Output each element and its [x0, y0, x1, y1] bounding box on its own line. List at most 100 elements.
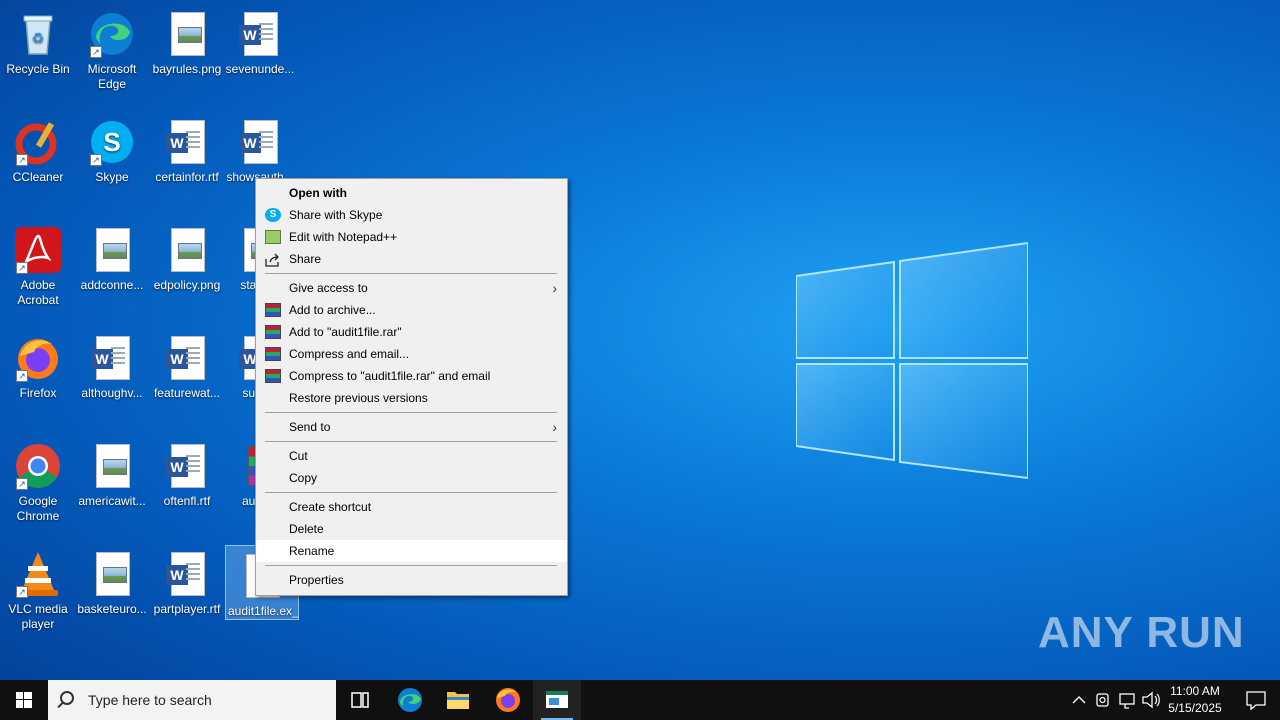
- desktop-icon-google-chrome[interactable]: ↗ Google Chrome: [0, 436, 76, 524]
- taskbar-active-app[interactable]: [533, 680, 581, 720]
- desktop-icon-vlc[interactable]: ↗ VLC media player: [0, 544, 76, 632]
- taskbar-edge[interactable]: [386, 680, 434, 720]
- taskbar-firefox[interactable]: [484, 680, 532, 720]
- image-file-icon: [88, 226, 136, 274]
- edge-icon: [398, 688, 422, 712]
- winrar-icon: [265, 369, 281, 383]
- desktop-icon-file[interactable]: americawit...: [74, 436, 150, 509]
- menu-item-compress-rar-email[interactable]: Compress to "audit1file.rar" and email: [256, 365, 567, 387]
- desktop-icon-label: featurewat...: [153, 386, 221, 400]
- action-center-button[interactable]: [1236, 680, 1276, 720]
- menu-separator: [265, 492, 557, 493]
- tray-app-button[interactable]: [1092, 680, 1114, 720]
- menu-item-label: Send to: [289, 420, 331, 434]
- menu-item-properties[interactable]: Properties: [256, 569, 567, 591]
- desktop-icon-file[interactable]: W partplayer.rtf: [149, 544, 225, 617]
- edge-icon: ↗: [88, 10, 136, 58]
- desktop-icon-file[interactable]: W oftenfl.rtf: [149, 436, 225, 509]
- app-window-icon: [546, 691, 568, 708]
- menu-item-give-access-to[interactable]: Give access to ›: [256, 277, 567, 299]
- desktop[interactable]: ♻ Recycle Bin ↗ CCleaner ↗ Adobe Acrobat…: [0, 0, 1280, 680]
- tray-device-icon: [1096, 693, 1109, 707]
- start-button[interactable]: [0, 680, 48, 720]
- desktop-icon-file[interactable]: W showsauth...: [222, 112, 298, 185]
- taskbar: Type here to search 11:00 AM 5/15/2025: [0, 680, 1280, 720]
- menu-item-send-to[interactable]: Send to ›: [256, 416, 567, 438]
- image-file-icon: [88, 442, 136, 490]
- vlc-icon: ↗: [14, 550, 62, 598]
- taskbar-clock[interactable]: 11:00 AM 5/15/2025: [1160, 683, 1230, 717]
- desktop-icon-label: Adobe Acrobat: [17, 278, 59, 307]
- menu-item-label: Open with: [289, 186, 347, 200]
- menu-item-label: Properties: [289, 573, 344, 587]
- chrome-icon: ↗: [14, 442, 62, 490]
- menu-item-share-with-skype[interactable]: S Share with Skype: [256, 204, 567, 226]
- image-file-icon: [88, 550, 136, 598]
- desktop-icon-label: Firefox: [19, 386, 57, 400]
- desktop-icon-file[interactable]: bayrules.png: [149, 4, 225, 77]
- shortcut-arrow-icon: ↗: [90, 46, 102, 58]
- image-file-icon: [163, 226, 211, 274]
- desktop-icon-file[interactable]: basketeuro...: [74, 544, 150, 617]
- word-doc-icon: W: [163, 334, 211, 382]
- menu-item-label: Give access to: [289, 281, 368, 295]
- svg-text:♻: ♻: [32, 31, 45, 47]
- desktop-icon-recycle-bin[interactable]: ♻ Recycle Bin: [0, 4, 76, 77]
- menu-item-label: Share with Skype: [289, 208, 383, 222]
- menu-item-restore-previous-versions[interactable]: Restore previous versions: [256, 387, 567, 409]
- desktop-icon-file[interactable]: W althoughv...: [74, 328, 150, 401]
- menu-item-edit-with-notepad[interactable]: Edit with Notepad++: [256, 226, 567, 248]
- menu-item-copy[interactable]: Copy: [256, 467, 567, 489]
- windows-start-icon: [16, 692, 32, 708]
- desktop-icon-file[interactable]: edpolicy.png: [149, 220, 225, 293]
- menu-separator: [265, 565, 557, 566]
- search-icon: [60, 691, 74, 705]
- word-doc-icon: W: [163, 550, 211, 598]
- desktop-icon-ccleaner[interactable]: ↗ CCleaner: [0, 112, 76, 185]
- menu-item-delete[interactable]: Delete: [256, 518, 567, 540]
- shortcut-arrow-icon: ↗: [16, 370, 28, 382]
- desktop-icon-label: Microsoft Edge: [87, 62, 137, 91]
- show-hidden-icons-button[interactable]: [1068, 680, 1090, 720]
- search-placeholder: Type here to search: [88, 692, 212, 708]
- desktop-icon-label: Recycle Bin: [6, 62, 70, 76]
- task-view-button[interactable]: [336, 680, 384, 720]
- desktop-icon-file[interactable]: W certainfor.rtf: [149, 112, 225, 185]
- desktop-icon-label: basketeuro...: [77, 602, 147, 616]
- desktop-icon-file[interactable]: W featurewat...: [149, 328, 225, 401]
- speaker-icon: [1142, 691, 1160, 709]
- desktop-icon-adobe-acrobat[interactable]: ↗ Adobe Acrobat: [0, 220, 76, 308]
- menu-item-label: Share: [289, 252, 322, 266]
- menu-item-compress-and-email[interactable]: Compress and email...: [256, 343, 567, 365]
- taskbar-search-box[interactable]: Type here to search: [48, 680, 336, 720]
- desktop-icon-label: CCleaner: [12, 170, 64, 184]
- desktop-icon-label: addconne...: [80, 278, 144, 292]
- shortcut-arrow-icon: ↗: [90, 154, 102, 166]
- network-button[interactable]: [1116, 680, 1138, 720]
- desktop-icon-label: edpolicy.png: [153, 278, 221, 292]
- menu-item-create-shortcut[interactable]: Create shortcut: [256, 496, 567, 518]
- menu-item-cut[interactable]: Cut: [256, 445, 567, 467]
- volume-button[interactable]: [1140, 680, 1162, 720]
- word-doc-icon: W: [236, 118, 284, 166]
- desktop-icon-label: sevenunde...: [225, 62, 295, 76]
- svg-text:S: S: [103, 127, 120, 157]
- desktop-icon-skype[interactable]: S ↗ Skype: [74, 112, 150, 185]
- menu-item-add-to-rar[interactable]: Add to "audit1file.rar": [256, 321, 567, 343]
- menu-item-add-to-archive[interactable]: Add to archive...: [256, 299, 567, 321]
- clock-time: 11:00 AM: [1170, 684, 1220, 698]
- desktop-icon-firefox[interactable]: ↗ Firefox: [0, 328, 76, 401]
- desktop-icon-microsoft-edge[interactable]: ↗ Microsoft Edge: [74, 4, 150, 92]
- desktop-icon-file[interactable]: W sevenunde...: [222, 4, 298, 77]
- menu-item-label: Copy: [289, 471, 318, 485]
- taskbar-file-explorer[interactable]: [434, 680, 482, 720]
- menu-item-rename[interactable]: Rename: [256, 540, 567, 562]
- menu-item-share[interactable]: Share: [256, 248, 567, 270]
- menu-item-open-with[interactable]: Open with: [256, 182, 567, 204]
- shortcut-arrow-icon: ↗: [16, 478, 28, 490]
- clock-date: 5/15/2025: [1168, 701, 1222, 715]
- desktop-icon-label: audit1file.ex_: [228, 604, 299, 618]
- winrar-icon: [265, 303, 281, 317]
- desktop-icon-file[interactable]: addconne...: [74, 220, 150, 293]
- word-doc-icon: W: [163, 442, 211, 490]
